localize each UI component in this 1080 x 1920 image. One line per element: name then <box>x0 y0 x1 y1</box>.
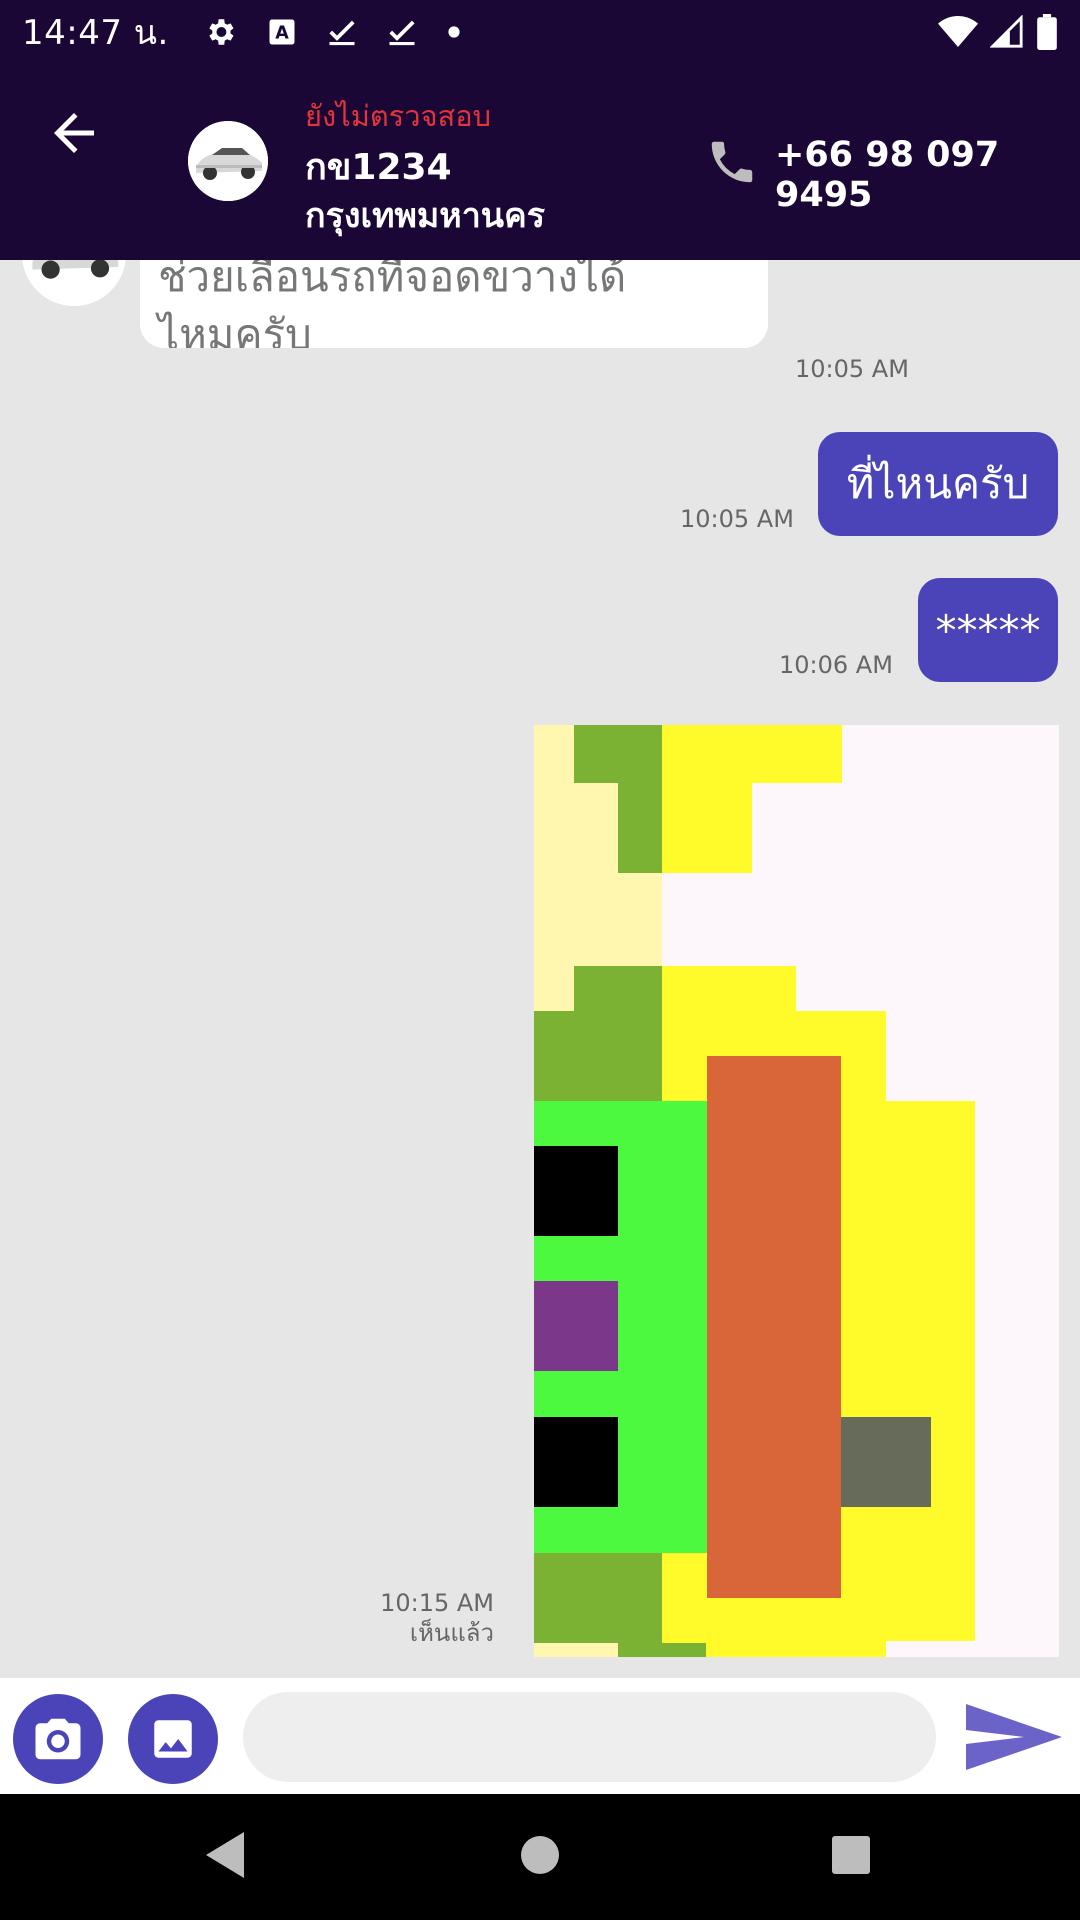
outgoing-message-bubble[interactable]: ที่ไหนครับ <box>818 432 1058 536</box>
system-icons <box>938 13 1058 50</box>
check-icon <box>329 20 355 45</box>
car-image <box>188 121 268 201</box>
outgoing-message-bubble[interactable]: ***** <box>918 578 1058 682</box>
image-message[interactable] <box>534 725 1059 1657</box>
system-navigation-bar <box>0 1794 1080 1920</box>
check-icon <box>389 20 415 45</box>
verification-status: ยังไม่ตรวจสอบ <box>305 99 492 133</box>
nav-recents-icon[interactable] <box>830 1830 872 1880</box>
message-time: 10:15 AM <box>380 1589 494 1617</box>
message-composer <box>0 1678 1080 1794</box>
signal-icon <box>990 14 1023 48</box>
message-time: 10:05 AM <box>795 355 909 383</box>
phone-icon[interactable] <box>705 135 759 189</box>
message-list[interactable]: ช่วยเลื่อนรถที่จอดขวางได้ ไหมครับ 10:05 … <box>0 260 1080 1678</box>
sender-avatar <box>22 260 126 306</box>
message-input[interactable] <box>243 1692 936 1782</box>
send-icon[interactable] <box>964 1702 1064 1772</box>
dot-icon <box>448 25 460 38</box>
keyboard-a-icon: A <box>269 19 295 44</box>
back-arrow-icon[interactable] <box>44 103 104 163</box>
province: กรุงเทพมหานคร <box>305 196 546 236</box>
incoming-message-bubble[interactable]: ช่วยเลื่อนรถที่จอดขวางได้ ไหมครับ <box>140 260 768 348</box>
status-time: 14:47 น. <box>22 12 169 53</box>
status-bar: 14:47 น. A <box>0 0 1080 63</box>
notification-icons: A <box>203 15 461 49</box>
message-text-line: ช่วยเลื่อนรถที่จอดขวางได้ <box>158 260 627 301</box>
license-plate: กข1234 <box>305 147 452 188</box>
camera-icon <box>35 1718 81 1760</box>
vehicle-avatar[interactable] <box>188 121 268 201</box>
message-text: ที่ไหนครับ <box>846 459 1030 508</box>
nav-home-icon[interactable] <box>520 1830 560 1880</box>
gallery-button[interactable] <box>128 1694 218 1784</box>
read-status: เห็นแล้ว <box>409 1619 494 1647</box>
message-time: 10:06 AM <box>779 651 893 679</box>
chat-header: ยังไม่ตรวจสอบ กข1234 กรุงเทพมหานคร +66 9… <box>0 63 1080 260</box>
settings-icon <box>209 18 234 45</box>
image-message-meta: 10:15 AM เห็นแล้ว <box>380 1588 494 1648</box>
battery-icon <box>1037 13 1057 50</box>
nav-back-icon[interactable] <box>204 1830 248 1880</box>
car-image <box>22 260 126 306</box>
message-text: ***** <box>935 605 1041 655</box>
camera-button[interactable] <box>13 1694 103 1784</box>
image-icon <box>154 1720 192 1758</box>
phone-number[interactable]: +66 98 097 9495 <box>775 135 1080 215</box>
message-text-line: ไหมครับ <box>158 310 312 348</box>
wifi-icon <box>938 15 978 47</box>
message-time: 10:05 AM <box>680 505 794 533</box>
svg-text:A: A <box>275 23 289 43</box>
